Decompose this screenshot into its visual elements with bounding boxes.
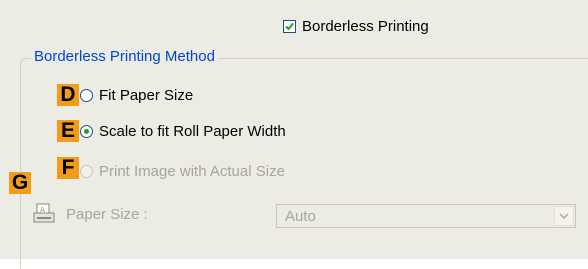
dropdown-button[interactable]	[554, 206, 574, 226]
dialog-panel: Borderless Printing Borderless Printing …	[0, 0, 588, 269]
radio-label: Print Image with Actual Size	[99, 162, 285, 180]
radio-option-scale-to-fit[interactable]: Scale to fit Roll Paper Width	[80, 120, 286, 142]
borderless-printing-checkbox-row[interactable]: Borderless Printing	[283, 16, 429, 36]
paper-size-label: Paper Size :	[66, 206, 148, 223]
paper-size-value: Auto	[285, 208, 316, 225]
radio-selected-dot	[84, 128, 89, 134]
radio-option-actual-size[interactable]: Print Image with Actual Size	[80, 160, 285, 182]
group-title: Borderless Printing Method	[31, 48, 218, 65]
radio-label: Fit Paper Size	[99, 86, 194, 104]
radio-button-disabled[interactable]	[80, 164, 93, 178]
radio-button[interactable]	[80, 88, 93, 102]
radio-button-selected[interactable]	[80, 124, 93, 138]
borderless-printing-checkbox[interactable]	[283, 19, 296, 33]
radio-option-fit-paper-size[interactable]: Fit Paper Size	[80, 84, 193, 106]
checkmark-icon	[285, 22, 294, 30]
chevron-down-icon	[559, 213, 569, 220]
callout-letter-g: G	[9, 172, 31, 194]
borderless-printing-label: Borderless Printing	[302, 17, 429, 35]
printer-paper-icon: A	[33, 203, 55, 223]
paper-size-dropdown[interactable]: Auto	[276, 204, 576, 228]
callout-letter-f: F	[57, 157, 79, 179]
radio-label: Scale to fit Roll Paper Width	[99, 122, 286, 140]
callout-letter-d: D	[57, 84, 79, 106]
callout-letter-e: E	[57, 120, 79, 142]
